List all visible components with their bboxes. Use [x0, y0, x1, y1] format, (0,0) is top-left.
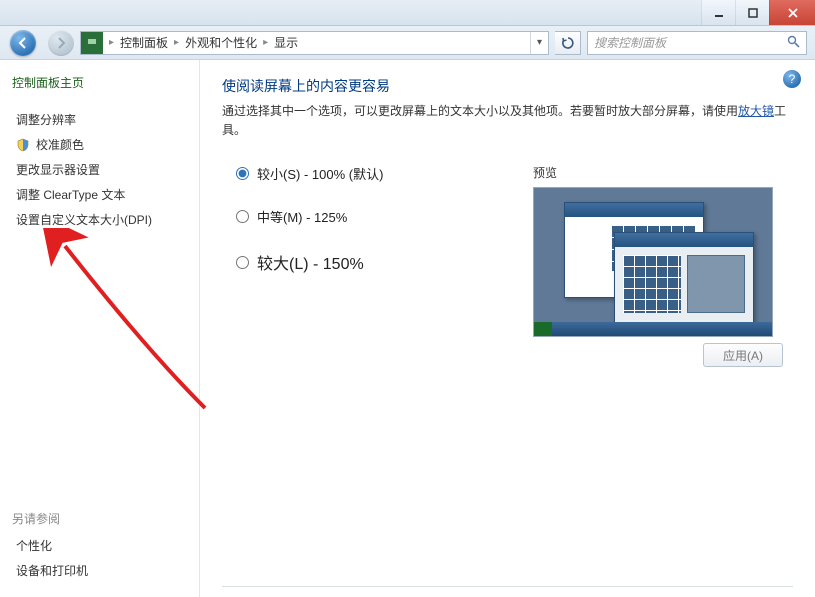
sidebar-link-resolution[interactable]: 调整分辨率	[12, 107, 187, 132]
size-option-larger[interactable]: 较大(L) - 150%	[222, 250, 533, 274]
magnifier-link[interactable]: 放大镜	[738, 104, 774, 118]
window-close-button[interactable]	[769, 0, 815, 25]
address-bar-row: ▸ 控制面板 ▸ 外观和个性化 ▸ 显示 ▾ 搜索控制面板	[0, 26, 815, 60]
sidebar-seealso-header: 另请参阅	[12, 510, 187, 527]
breadcrumb-item[interactable]: 显示	[272, 34, 300, 51]
window-minimize-button[interactable]	[701, 0, 735, 25]
breadcrumb-item[interactable]: 外观和个性化	[183, 34, 259, 51]
sidebar: 控制面板主页 调整分辨率 校准颜色 更改显示器设置 调整 ClearType 文…	[0, 60, 200, 597]
sidebar-link-cleartype[interactable]: 调整 ClearType 文本	[12, 182, 187, 207]
refresh-button[interactable]	[555, 31, 581, 55]
breadcrumb-item[interactable]: 控制面板	[118, 34, 170, 51]
size-option-smaller[interactable]: 较小(S) - 100% (默认)	[222, 164, 533, 183]
size-radio-medium[interactable]	[236, 210, 249, 223]
main-content: ? 使阅读屏幕上的内容更容易 通过选择其中一个选项，可以更改屏幕上的文本大小以及…	[200, 60, 815, 597]
control-panel-icon	[81, 32, 103, 54]
window-maximize-button[interactable]	[735, 0, 769, 25]
chevron-right-icon: ▸	[170, 37, 183, 48]
search-placeholder: 搜索控制面板	[594, 34, 666, 51]
page-description: 通过选择其中一个选项，可以更改屏幕上的文本大小以及其他项。若要暂时放大部分屏幕，…	[222, 102, 793, 140]
preview-label: 预览	[533, 164, 793, 181]
size-option-medium[interactable]: 中等(M) - 125%	[222, 207, 533, 226]
chevron-right-icon: ▸	[105, 37, 118, 48]
page-title: 使阅读屏幕上的内容更容易	[222, 76, 793, 96]
nav-forward-button[interactable]	[48, 30, 74, 56]
size-options: 较小(S) - 100% (默认) 中等(M) - 125% 较大(L) - 1…	[222, 164, 533, 337]
sidebar-seealso-personalization[interactable]: 个性化	[12, 533, 187, 558]
sidebar-link-custom-dpi[interactable]: 设置自定义文本大小(DPI)	[12, 207, 187, 232]
chevron-right-icon: ▸	[259, 37, 272, 48]
window-titlebar	[0, 0, 815, 26]
apply-button[interactable]: 应用(A)	[703, 343, 783, 367]
sidebar-home-link[interactable]: 控制面板主页	[12, 74, 187, 91]
address-breadcrumb[interactable]: ▸ 控制面板 ▸ 外观和个性化 ▸ 显示 ▾	[80, 31, 549, 55]
preview-image	[533, 187, 773, 337]
sidebar-link-display-settings[interactable]: 更改显示器设置	[12, 157, 187, 182]
sidebar-seealso-devices[interactable]: 设备和打印机	[12, 558, 187, 583]
nav-back-button[interactable]	[4, 29, 42, 57]
sidebar-link-calibrate-color[interactable]: 校准颜色	[12, 132, 187, 157]
breadcrumb-dropdown-icon[interactable]: ▾	[530, 32, 548, 54]
preview-pane: 预览	[533, 164, 793, 337]
size-radio-smaller[interactable]	[236, 167, 249, 180]
help-icon[interactable]: ?	[783, 70, 801, 88]
search-icon	[787, 35, 800, 51]
search-input[interactable]: 搜索控制面板	[587, 31, 807, 55]
size-radio-larger[interactable]	[236, 256, 249, 269]
shield-icon	[16, 138, 30, 152]
